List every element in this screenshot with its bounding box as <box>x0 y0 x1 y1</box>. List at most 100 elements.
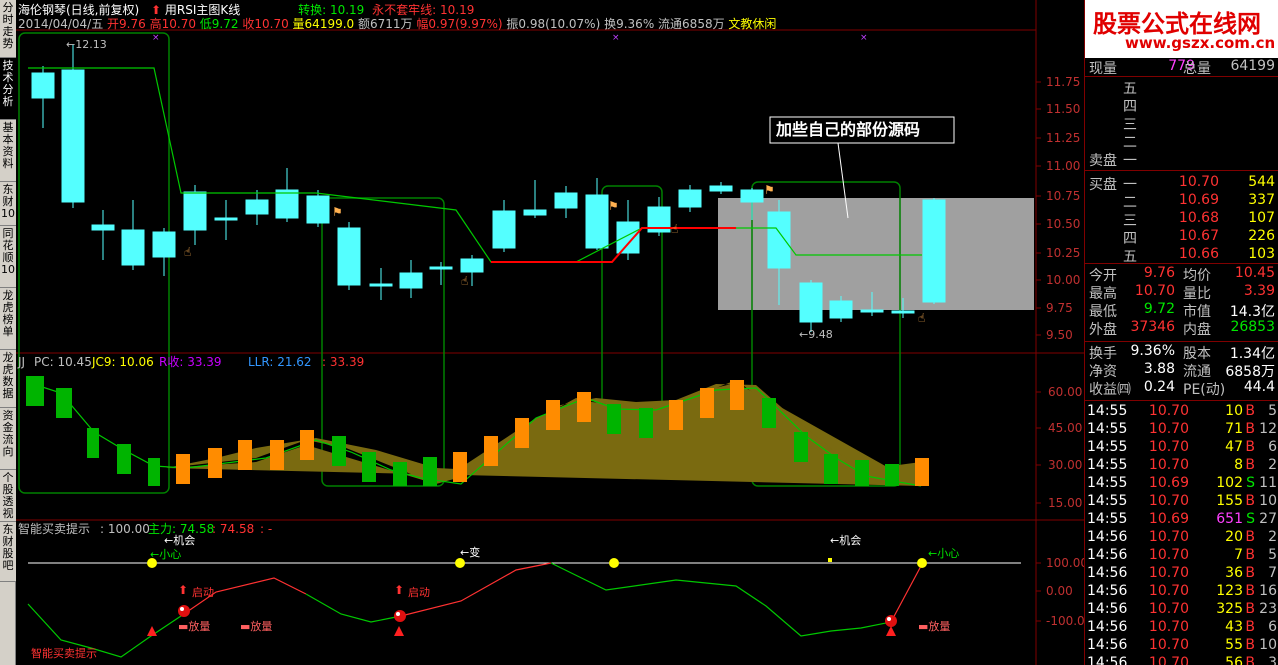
sig-bottom-label: 智能买卖提示 <box>31 646 97 660</box>
side-tab-5[interactable]: 龙虎榜单 <box>0 288 16 350</box>
sig-second: : 74.58 <box>212 522 254 536</box>
separator <box>1085 170 1278 171</box>
flag-marker-icon: ⚑ <box>764 183 775 197</box>
ind-bar <box>26 376 44 406</box>
candle-body <box>554 192 578 209</box>
header-line-2: 2014/04/04/五 开9.76 高10.70 低9.72 收10.70 量… <box>18 15 776 31</box>
ind-bar <box>148 458 160 486</box>
sell-level-row: 四 <box>1123 99 1137 115</box>
ind-extra: : 33.39 <box>322 355 364 369</box>
price-axis-label: 10.50 <box>1046 217 1080 231</box>
sig-fangliang2: ▬放量 <box>240 619 272 633</box>
hand-marker-icon: ☝ <box>918 311 925 325</box>
sig-axis-label: -100.00 <box>1046 614 1084 628</box>
hand-marker-icon: ☝ <box>184 245 191 259</box>
stat2-row: 净资 3.88 流通 6858万 <box>1089 361 1275 380</box>
change-label: 幅0.97(9.97%) <box>416 17 503 31</box>
candle-body <box>709 185 733 192</box>
buy-triangle <box>394 626 404 636</box>
signal-ball-highlight <box>180 607 184 611</box>
candle-body <box>492 210 516 249</box>
ind-jc9: JC9: 10.06 <box>91 355 154 369</box>
ind-bar <box>577 392 591 422</box>
candle-body <box>891 310 915 314</box>
buy-triangle <box>147 626 157 636</box>
side-tab-6[interactable]: 龙虎数据 <box>0 350 16 408</box>
tick-row: 14:56 10.70 20 B 2 <box>1087 529 1277 545</box>
ind-title: JJ <box>17 355 25 369</box>
tick-row: 14:56 10.70 325 B 23 <box>1087 601 1277 617</box>
candle-body <box>829 300 853 319</box>
tick-row: 14:56 10.70 7 B 5 <box>1087 547 1277 563</box>
tick-row: 14:56 10.70 36 B 7 <box>1087 565 1277 581</box>
price-axis-label: 11.75 <box>1046 75 1080 89</box>
sig-qidong1: 启动 <box>192 586 214 599</box>
side-tab-3[interactable]: 东财10 <box>0 182 16 226</box>
stat2-row: 收益㈣ 0.24 PE(动) 44.4 <box>1089 379 1275 398</box>
ind-bar <box>762 398 776 428</box>
sig-title: 智能买卖提示 <box>18 521 90 536</box>
ind-bar <box>669 400 683 430</box>
up-arrow-icon: ⬆ <box>394 583 404 597</box>
sig-xiaoxin2: ←小心 <box>928 547 959 560</box>
sig-fangliang3: ▬放量 <box>918 619 950 633</box>
side-tab-7[interactable]: 资金流向 <box>0 408 16 470</box>
candle-body <box>121 229 145 266</box>
stat-row: 外盘 37346 内盘 26853 <box>1089 319 1275 338</box>
highlight-frame <box>18 32 170 494</box>
stat-row: 最低 9.72 市值 14.3亿 <box>1089 301 1275 320</box>
side-tab-2[interactable]: 基本资料 <box>0 120 16 182</box>
tick-row: 14:56 10.70 43 B 6 <box>1087 619 1277 635</box>
price-axis-label: 10.00 <box>1046 273 1080 287</box>
candle-body <box>214 217 238 221</box>
ind-bar <box>885 464 899 486</box>
side-tab-4[interactable]: 同花顺10 <box>0 226 16 288</box>
ind-bar <box>639 408 653 438</box>
hand-marker-icon: ☝ <box>461 274 468 288</box>
ind-axis-label: 30.00 <box>1048 458 1082 472</box>
tick-row: 14:55 10.70 155 B 10 <box>1087 493 1277 509</box>
sector-label[interactable]: 文教休闲 <box>728 17 776 31</box>
side-tab-1[interactable]: 技术分析 <box>0 58 16 120</box>
signal-ball-highlight <box>396 612 400 616</box>
ind-bar <box>546 400 560 430</box>
signal-dot <box>917 558 927 568</box>
candle-body <box>922 199 946 303</box>
ind-bar <box>208 448 222 478</box>
ind-bar <box>794 432 808 462</box>
candle-body <box>306 195 330 224</box>
tick-row: 14:55 10.70 71 B 12 <box>1087 421 1277 437</box>
amount-label: 额6711万 <box>358 17 413 31</box>
price-axis-label: 9.75 <box>1046 301 1073 315</box>
ind-bar <box>332 436 346 466</box>
candle-body <box>523 209 547 216</box>
side-tab-8[interactable]: 个股透视 <box>0 470 16 522</box>
ind-bar <box>270 440 284 470</box>
side-tab-9[interactable]: 东财股吧 <box>0 522 16 582</box>
ind-axis-label: 15.00 <box>1048 496 1082 510</box>
tick-row: 14:56 10.70 56 B 3 <box>1087 655 1277 665</box>
buy-level-row: 四 10.67 226 <box>1123 228 1275 247</box>
quote-panel: 股票公式在线网 www.gszx.com.cn 现量 779 总量 64199 五四三二… <box>1084 0 1278 665</box>
ind-bar <box>700 388 714 418</box>
tick-row: 14:55 10.70 47 B 6 <box>1087 439 1277 455</box>
ind-bar <box>423 457 437 486</box>
ind-bar <box>824 454 838 484</box>
date-label: 2014/04/04/五 <box>18 17 104 31</box>
buy-level-row: 二 10.69 337 <box>1123 192 1275 211</box>
side-tab-0[interactable]: 分时走势 <box>0 0 16 58</box>
stat-row: 今开 9.76 均价 10.45 <box>1089 265 1275 284</box>
sell-level-row: 三 <box>1123 117 1137 133</box>
buy-level-row: 一 10.70 544 <box>1123 174 1275 193</box>
candle-body <box>585 194 609 249</box>
x-marker: × <box>612 33 620 43</box>
candle-body <box>183 191 207 231</box>
price-axis-label: 10.75 <box>1046 189 1080 203</box>
buy-triangle <box>886 626 896 636</box>
buy-level-row: 三 10.68 107 <box>1123 210 1275 229</box>
ind-bar <box>300 430 314 460</box>
ind-axis-label: 45.00 <box>1048 421 1082 435</box>
chart-area[interactable]: 11.75 11.50 11.25 11.00 10.75 10.50 10.25 10.00… <box>16 0 1084 665</box>
ind-bar <box>915 458 929 486</box>
flag-marker-icon: ⚑ <box>608 199 619 213</box>
